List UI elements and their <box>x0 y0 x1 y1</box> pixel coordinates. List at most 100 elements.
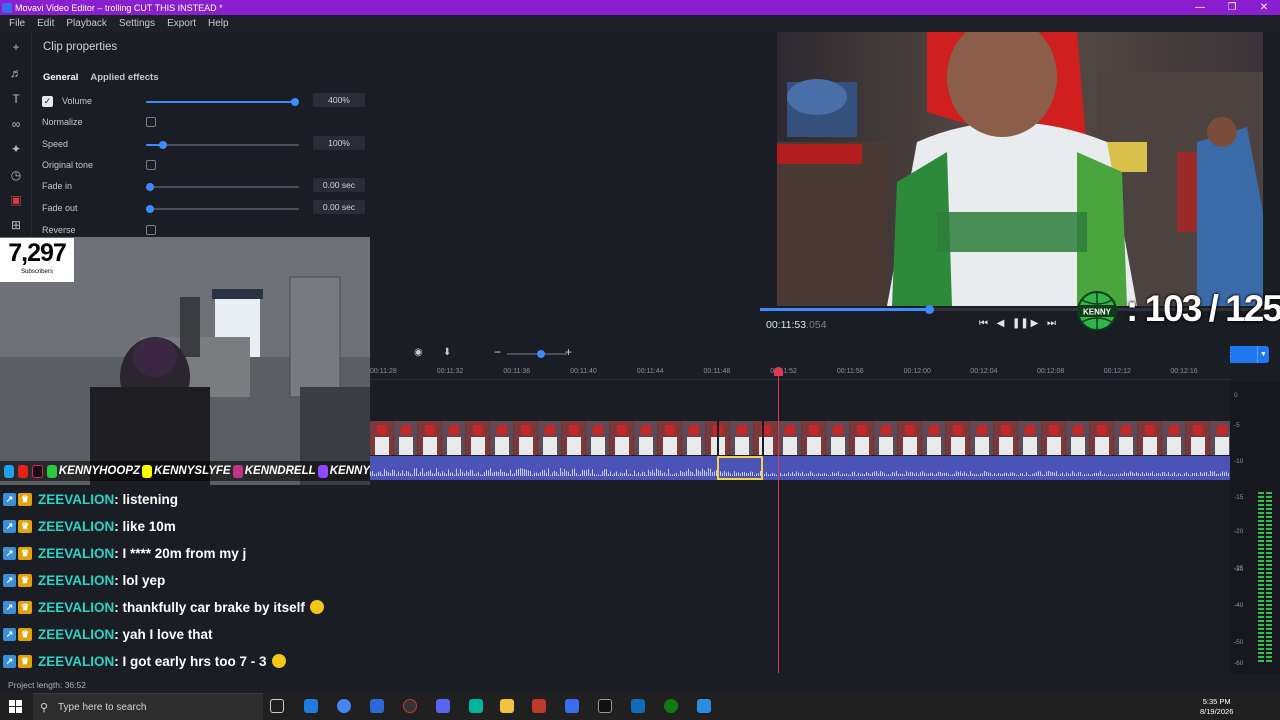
tab-applied-effects[interactable]: Applied effects <box>90 72 158 83</box>
chat-message: ↗ ♛ ZEEVALION: like 10m <box>3 515 176 537</box>
meter-bar-left <box>1258 492 1264 662</box>
titles-icon[interactable]: T <box>9 92 23 106</box>
fade-in-value[interactable]: 0.00 sec <box>313 178 365 192</box>
chat-text: : I got early hrs too 7 - 3 <box>114 653 267 669</box>
app-icon-teal[interactable] <box>469 699 483 713</box>
step-back-icon[interactable]: ◀ <box>995 318 1006 329</box>
video-track[interactable] <box>370 421 1230 455</box>
zoom-in-icon[interactable]: + <box>565 345 572 359</box>
task-view-icon[interactable] <box>270 699 284 713</box>
fade-out-slider[interactable] <box>146 205 299 213</box>
snapchat-icon <box>142 464 153 478</box>
microphone-icon[interactable]: ⬇ <box>443 347 451 358</box>
speed-slider[interactable] <box>146 141 299 149</box>
speed-label: Speed <box>42 139 69 149</box>
social-handle-3: KENNDRELL <box>244 465 316 477</box>
pause-icon[interactable]: ❚❚ <box>1012 318 1029 329</box>
search-icon: ⚲ <box>40 702 49 714</box>
taskbar-clock[interactable]: 5:35 PM 8/19/2026 <box>1200 697 1233 717</box>
chat-message: ↗ ♛ ZEEVALION: I **** 20m from my j <box>3 542 246 564</box>
menu-help[interactable]: Help <box>208 18 229 29</box>
taskbar-search[interactable]: ⚲ Type here to search <box>33 693 263 720</box>
video-preview[interactable] <box>777 32 1263 306</box>
reverse-row: Reverse <box>42 224 392 238</box>
app-icon-blue[interactable] <box>697 699 711 713</box>
chat-message: ↗ ♛ ZEEVALION: lol yep <box>3 569 165 591</box>
restore-icon[interactable]: ❐ <box>1216 0 1248 15</box>
audio-waveform <box>370 468 1229 476</box>
chevron-down-icon[interactable]: ▼ <box>1257 346 1269 363</box>
clock-time: 5:35 PM <box>1202 697 1231 706</box>
timecode: 00:11:53.054 <box>766 319 827 331</box>
badge-icon: ↗ <box>3 600 16 614</box>
movavi-taskbar-icon[interactable] <box>565 699 579 713</box>
ruler-tick: 00:12:12 <box>1103 368 1131 375</box>
close-icon[interactable]: ✕ <box>1248 0 1280 15</box>
obs-icon[interactable] <box>403 699 417 713</box>
ruler-tick: 00:11:32 <box>436 368 464 375</box>
skip-end-icon[interactable]: ⏭ <box>1046 318 1057 329</box>
magic-wand-icon[interactable]: ✦ <box>9 142 23 156</box>
speed-value[interactable]: 100% <box>313 136 365 150</box>
scrubber-handle[interactable] <box>925 305 934 314</box>
app-icon-red[interactable] <box>532 699 546 713</box>
skip-start-icon[interactable]: ⏮ <box>978 318 989 329</box>
copilot-icon[interactable] <box>304 699 318 713</box>
fade-in-slider[interactable] <box>146 183 299 191</box>
menu-edit[interactable]: Edit <box>37 18 54 29</box>
playhead[interactable] <box>778 367 779 673</box>
zoom-knob[interactable] <box>537 350 545 358</box>
volume-value[interactable]: 400% <box>313 93 365 107</box>
meter-label: -5 <box>1234 422 1240 429</box>
kenny-logo: KENNY <box>1072 290 1122 332</box>
menu-file[interactable]: File <box>9 18 25 29</box>
webcam-record-icon[interactable]: ◉ <box>414 347 423 358</box>
zoom-slider[interactable] <box>507 350 567 358</box>
discord-icon[interactable] <box>436 699 450 713</box>
more-tools-icon[interactable]: ⊞ <box>9 218 23 232</box>
windows-start-icon[interactable] <box>9 700 22 713</box>
minimize-icon[interactable]: — <box>1184 0 1216 15</box>
menu-bar: File Edit Playback Settings Export Help <box>0 15 1280 32</box>
project-length: Project length: 36:52 <box>8 680 86 690</box>
ruler-tick: 00:12:08 <box>1037 368 1065 375</box>
tab-general[interactable]: General <box>43 72 78 83</box>
menu-export[interactable]: Export <box>167 18 196 29</box>
file-explorer-icon[interactable] <box>500 699 514 713</box>
clip-properties-icon[interactable]: ▣ <box>9 193 23 207</box>
timeline-ruler[interactable]: 00:11:28 00:11:32 00:11:36 00:11:40 00:11:44… <box>370 366 1230 380</box>
fade-in-knob[interactable] <box>146 183 154 191</box>
volume-label: Volume <box>62 96 93 106</box>
zoom-out-icon[interactable]: − <box>494 345 501 359</box>
ruler-tick: 00:11:48 <box>703 368 731 375</box>
normalize-checkbox[interactable] <box>146 117 156 127</box>
clock-icon[interactable]: ◷ <box>9 168 23 182</box>
import-icon[interactable]: + <box>9 40 23 54</box>
timecode-main: 00:11:53 <box>766 319 807 331</box>
outlook-icon[interactable] <box>631 699 645 713</box>
store-icon[interactable] <box>370 699 384 713</box>
xbox-icon[interactable] <box>664 699 678 713</box>
reverse-checkbox[interactable] <box>146 225 156 235</box>
selected-clip[interactable] <box>717 456 763 480</box>
volume-knob[interactable] <box>291 98 299 106</box>
transitions-icon[interactable]: ∞ <box>9 117 23 131</box>
volume-slider[interactable] <box>146 98 299 106</box>
volume-checkbox[interactable]: ✓ <box>42 96 53 107</box>
capcut-icon[interactable] <box>598 699 612 713</box>
fade-out-knob[interactable] <box>146 205 154 213</box>
chrome-icon[interactable] <box>337 699 351 713</box>
menu-playback[interactable]: Playback <box>66 18 107 29</box>
crown-badge-icon: ♛ <box>18 600 32 614</box>
meter-label: -10 <box>1234 458 1244 465</box>
original-tone-checkbox[interactable] <box>146 160 156 170</box>
menu-settings[interactable]: Settings <box>119 18 155 29</box>
meter-label: -40 <box>1234 602 1244 609</box>
speed-knob[interactable] <box>159 141 167 149</box>
music-icon[interactable]: ♬ <box>9 66 23 80</box>
chat-text: : lol yep <box>114 572 166 588</box>
step-forward-icon[interactable]: ▶ <box>1029 318 1040 329</box>
audio-track[interactable] <box>370 456 1230 480</box>
fade-out-value[interactable]: 0.00 sec <box>313 200 365 214</box>
window-title: Movavi Video Editor – trolling CUT THIS … <box>15 2 223 13</box>
